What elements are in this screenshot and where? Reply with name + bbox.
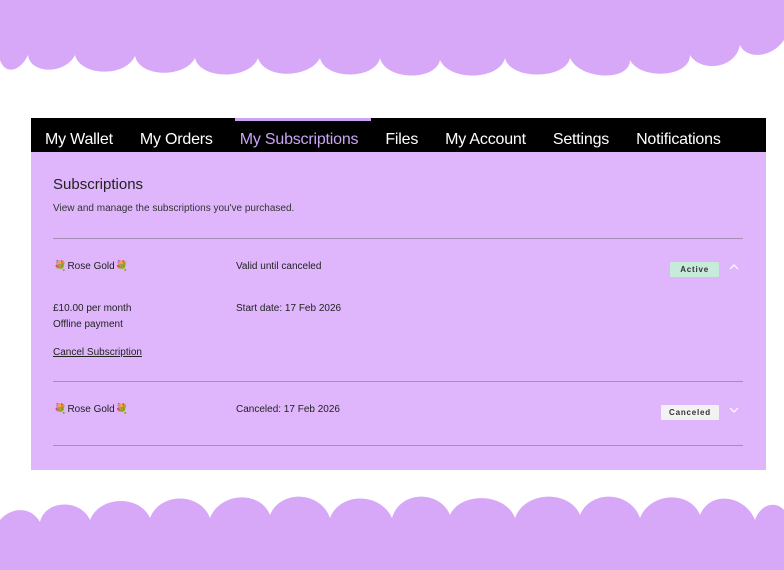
product-name: 💐 Rose Gold 💐 xyxy=(53,261,129,272)
tab-files[interactable]: Files xyxy=(385,118,431,152)
chevron-down-icon[interactable] xyxy=(728,404,740,416)
page-subtitle: View and manage the subscriptions you've… xyxy=(53,203,295,214)
subscription-row: 💐 Rose Gold 💐 Valid until canceled Activ… xyxy=(53,239,743,381)
product-name: 💐 Rose Gold 💐 xyxy=(53,404,129,415)
tab-my-subscriptions[interactable]: My Subscriptions xyxy=(234,118,372,152)
divider xyxy=(53,445,743,446)
decorative-petals-bottom xyxy=(0,496,784,570)
cancel-subscription-link[interactable]: Cancel Subscription xyxy=(53,347,142,358)
subscription-row: 💐 Rose Gold 💐 Canceled: 17 Feb 2026 Canc… xyxy=(53,382,743,445)
subscriptions-content: Subscriptions View and manage the subscr… xyxy=(31,152,766,446)
tab-settings[interactable]: Settings xyxy=(553,118,622,152)
decorative-petals-top xyxy=(0,0,784,76)
tab-my-wallet[interactable]: My Wallet xyxy=(45,118,126,152)
subscription-status-text: Canceled: 17 Feb 2026 xyxy=(236,404,340,415)
tab-my-orders[interactable]: My Orders xyxy=(140,118,226,152)
account-panel: My Wallet My Orders My Subscriptions Fil… xyxy=(31,118,766,470)
status-badge: Active xyxy=(670,262,719,277)
tab-notifications[interactable]: Notifications xyxy=(636,118,734,152)
bouquet-icon: 💐 xyxy=(115,404,129,415)
bouquet-icon: 💐 xyxy=(54,261,67,272)
start-date: Start date: 17 Feb 2026 xyxy=(236,303,342,314)
payment-method: Offline payment xyxy=(53,319,123,330)
product-label: Rose Gold xyxy=(67,404,115,415)
bouquet-icon: 💐 xyxy=(54,404,67,415)
status-badge: Canceled xyxy=(661,405,719,420)
chevron-up-icon[interactable] xyxy=(728,261,740,273)
page-title: Subscriptions xyxy=(53,176,144,193)
product-label: Rose Gold xyxy=(67,261,115,272)
tab-my-account[interactable]: My Account xyxy=(445,118,539,152)
subscription-price: £10.00 per month xyxy=(53,303,132,314)
account-nav: My Wallet My Orders My Subscriptions Fil… xyxy=(31,118,766,152)
subscription-status-text: Valid until canceled xyxy=(236,261,322,272)
bouquet-icon: 💐 xyxy=(115,261,129,272)
